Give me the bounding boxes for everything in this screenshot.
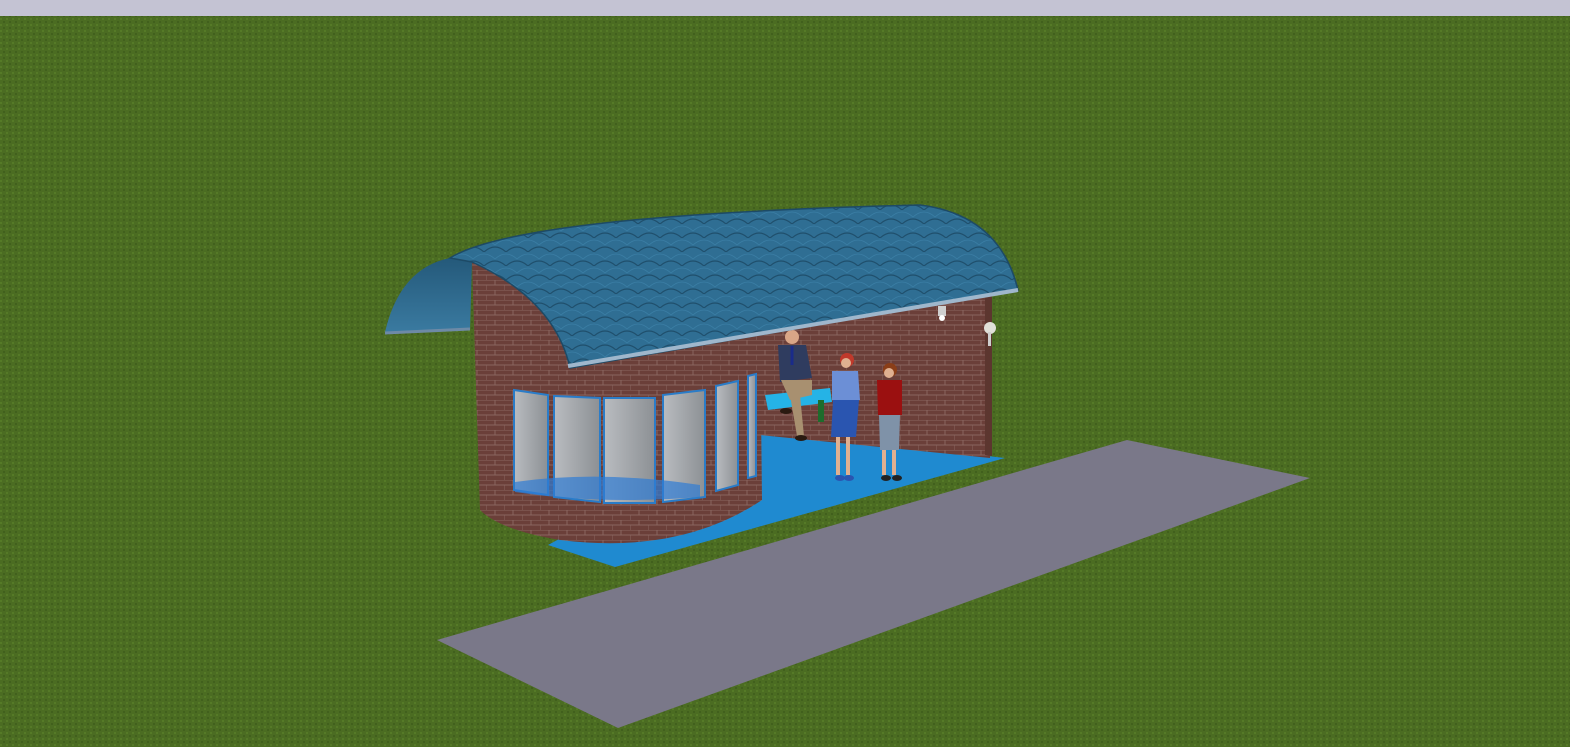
ceiling-lamp[interactable] xyxy=(938,306,946,321)
3d-viewport[interactable] xyxy=(0,16,1570,747)
window-title-bar xyxy=(0,0,1570,16)
app-window xyxy=(0,0,1570,747)
right-side-wall[interactable] xyxy=(985,294,992,456)
